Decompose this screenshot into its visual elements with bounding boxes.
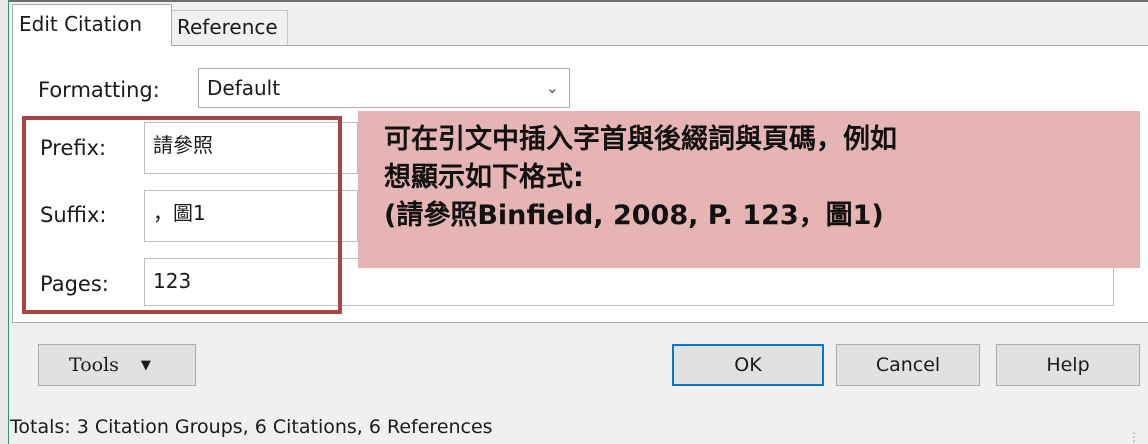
resize-grip-icon[interactable]: ⋮ (1128, 430, 1140, 444)
ok-button[interactable]: OK (672, 344, 824, 386)
window-left-edge (0, 0, 9, 444)
annotation-callout: 可在引文中插入字首與後綴詞與頁碼，例如 想顯示如下格式: (請參照Binfiel… (358, 111, 1140, 268)
callout-line-1: 可在引文中插入字首與後綴詞與頁碼，例如 (384, 124, 897, 155)
tools-button-label: Tools (69, 354, 119, 376)
tab-reference[interactable]: Reference (170, 10, 288, 45)
tools-button[interactable]: Tools ▼ (38, 344, 196, 386)
tab-edit-citation[interactable]: Edit Citation (12, 4, 172, 46)
chevron-down-icon: ⌄ (545, 78, 559, 97)
callout-line-3: (請參照Binfield, 2008, P. 123，圖1) (384, 200, 884, 231)
formatting-value: Default (207, 76, 281, 100)
caret-down-icon: ▼ (140, 358, 151, 373)
status-bar-text: Totals: 3 Citation Groups, 6 Citations, … (10, 416, 493, 438)
callout-line-2: 想顯示如下格式: (384, 162, 584, 193)
highlight-box (22, 116, 342, 314)
cancel-button[interactable]: Cancel (836, 344, 980, 386)
help-button[interactable]: Help (996, 344, 1140, 386)
window-top-border (0, 0, 1148, 2)
formatting-label: Formatting: (38, 78, 160, 102)
formatting-select[interactable]: Default ⌄ (198, 68, 570, 108)
